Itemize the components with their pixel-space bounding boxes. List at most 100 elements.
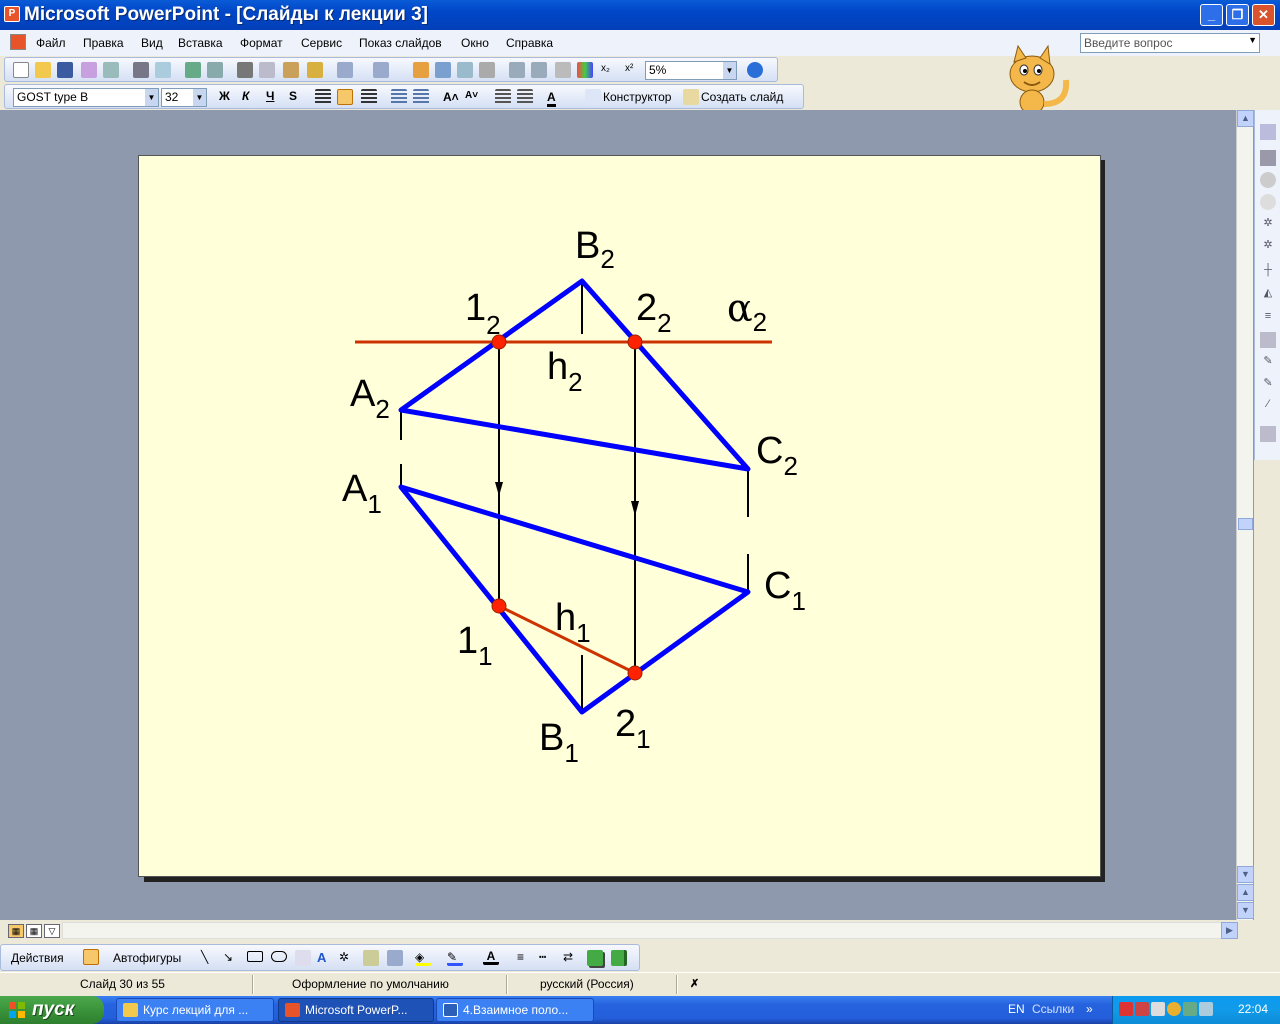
table-icon[interactable] (435, 62, 451, 78)
line-tool-icon[interactable]: ╲ (201, 950, 217, 966)
powerpoint-app-icon[interactable]: P (4, 6, 20, 22)
menu-file[interactable]: Файл (36, 36, 66, 50)
spelling-status-icon[interactable]: ✗ (690, 977, 699, 990)
textbox-icon[interactable] (295, 950, 311, 966)
document-icon[interactable] (10, 34, 26, 50)
insert-picture-icon[interactable] (387, 950, 403, 966)
actions-button[interactable]: Действия (11, 951, 64, 965)
email-icon[interactable] (103, 62, 119, 78)
dash-style-icon[interactable]: ┅ (539, 950, 555, 966)
diagram-icon[interactable]: ✲ (339, 950, 355, 966)
start-button[interactable]: пуск (0, 996, 104, 1024)
network-icon[interactable] (1135, 1002, 1149, 1016)
menu-help[interactable]: Справка (506, 36, 553, 50)
menu-format[interactable]: Формат (240, 36, 283, 50)
fill-color-icon[interactable]: ◈ (415, 950, 431, 966)
rotate-icon[interactable]: ◭ (1260, 286, 1276, 302)
expand-all-icon[interactable] (509, 62, 525, 78)
line-color-icon[interactable]: ✎ (447, 950, 463, 966)
font-combo[interactable]: GOST type B ▼ (13, 88, 159, 107)
transparent-color-icon[interactable]: ⁄ (1260, 398, 1276, 414)
image-control-icon[interactable] (1260, 150, 1276, 166)
minimize-button[interactable]: _ (1200, 4, 1223, 26)
align-left-icon[interactable] (315, 89, 331, 105)
subscript-icon[interactable]: x₂ (601, 63, 610, 74)
designer-button[interactable]: Конструктор (603, 90, 671, 104)
brightness-up-icon[interactable]: ✲ (1260, 216, 1276, 232)
font-size-combo[interactable]: 32 ▼ (161, 88, 207, 107)
antivirus-icon[interactable] (1119, 1002, 1133, 1016)
rectangle-tool-icon[interactable] (247, 951, 263, 962)
research-icon[interactable] (207, 62, 223, 78)
menu-tools[interactable]: Сервис (301, 36, 342, 50)
chevron-right-icon[interactable]: » (1086, 1002, 1093, 1016)
task-document[interactable]: 4.Взаимное поло... (436, 998, 594, 1022)
wordart-icon[interactable]: A (317, 950, 333, 966)
task-powerpoint[interactable]: Microsoft PowerP... (278, 998, 434, 1022)
underline-button[interactable]: Ч (266, 89, 274, 103)
scroll-up-button[interactable]: ▲ (1237, 110, 1254, 127)
menu-view[interactable]: Вид (141, 36, 163, 50)
horizontal-scrollbar[interactable]: ▶ (62, 922, 1238, 939)
new-slide-button[interactable]: Создать слайд (701, 90, 783, 104)
slide-canvas[interactable]: B2 12 22 α2 h2 A2 C2 A1 C1 h1 11 B1 21 (138, 155, 1101, 877)
scroll-down-button[interactable]: ▼ (1237, 866, 1254, 883)
device-icon[interactable] (1199, 1002, 1213, 1016)
bullets-icon[interactable] (413, 89, 429, 105)
line-style-icon[interactable]: ≡ (1260, 310, 1276, 326)
messenger-icon[interactable] (1167, 1002, 1181, 1016)
next-slide-button[interactable]: ▼ (1237, 902, 1254, 919)
undo-icon[interactable] (337, 62, 353, 78)
open-icon[interactable] (35, 62, 51, 78)
preview-icon[interactable] (155, 62, 171, 78)
align-center-icon[interactable] (337, 89, 353, 105)
picture-icon[interactable] (1260, 124, 1276, 140)
oval-tool-icon[interactable] (271, 951, 287, 962)
bold-button[interactable]: Ж (219, 89, 230, 103)
decrease-font-icon[interactable]: A˅ (465, 90, 478, 101)
menu-edit[interactable]: Правка (83, 36, 124, 50)
superscript-icon[interactable]: x² (625, 63, 633, 74)
cut-icon[interactable] (237, 62, 253, 78)
recolor-icon[interactable]: ✎ (1260, 354, 1276, 370)
increase-indent-icon[interactable] (517, 89, 533, 105)
compress-icon[interactable] (1260, 332, 1276, 348)
print-icon[interactable] (133, 62, 149, 78)
brightness-down-icon[interactable]: ✲ (1260, 238, 1276, 254)
reset-picture-icon[interactable] (1260, 426, 1276, 442)
menu-insert[interactable]: Вставка (178, 36, 223, 50)
normal-view-icon[interactable]: ▦ (8, 924, 24, 938)
close-button[interactable]: ✕ (1252, 4, 1275, 26)
autoshapes-button[interactable]: Автофигуры (113, 951, 181, 965)
decrease-indent-icon[interactable] (495, 89, 511, 105)
arrow-style-icon[interactable]: ⇄ (563, 950, 579, 966)
menu-slideshow[interactable]: Показ слайдов (359, 36, 442, 50)
chevron-down-icon[interactable]: ▼ (193, 89, 206, 106)
new-icon[interactable] (13, 62, 29, 78)
show-formatting-icon[interactable] (531, 62, 547, 78)
slide-sorter-view-icon[interactable]: ▦ (26, 924, 42, 938)
crop-icon[interactable]: ┼ (1260, 264, 1276, 280)
scroll-right-button[interactable]: ▶ (1221, 922, 1238, 939)
numbering-icon[interactable] (391, 89, 407, 105)
select-pointer-icon[interactable] (83, 949, 99, 965)
previous-slide-button[interactable]: ▲ (1237, 884, 1254, 901)
font-color-icon[interactable]: A (547, 90, 556, 107)
arrow-tool-icon[interactable]: ↘ (223, 950, 239, 966)
tables-borders-icon[interactable] (457, 62, 473, 78)
chevron-down-icon[interactable]: ▼ (1248, 35, 1257, 45)
help-icon[interactable] (747, 62, 763, 78)
zoom-combo[interactable]: 5% ▼ (645, 61, 737, 80)
line-style-icon[interactable]: ≡ (517, 950, 533, 966)
clipart-icon[interactable] (363, 950, 379, 966)
designer-icon[interactable] (585, 89, 601, 105)
chart-icon[interactable] (413, 62, 429, 78)
scroll-thumb[interactable] (1238, 518, 1253, 530)
chevron-down-icon[interactable]: ▼ (723, 62, 736, 79)
color-grayscale-icon[interactable] (577, 62, 593, 78)
volume-icon[interactable] (1151, 1002, 1165, 1016)
save-icon[interactable] (57, 62, 73, 78)
links-toolbar[interactable]: Ссылки (1032, 1002, 1074, 1016)
format-picture-icon[interactable]: ✎ (1260, 376, 1276, 392)
contrast-up-icon[interactable] (1260, 172, 1276, 188)
